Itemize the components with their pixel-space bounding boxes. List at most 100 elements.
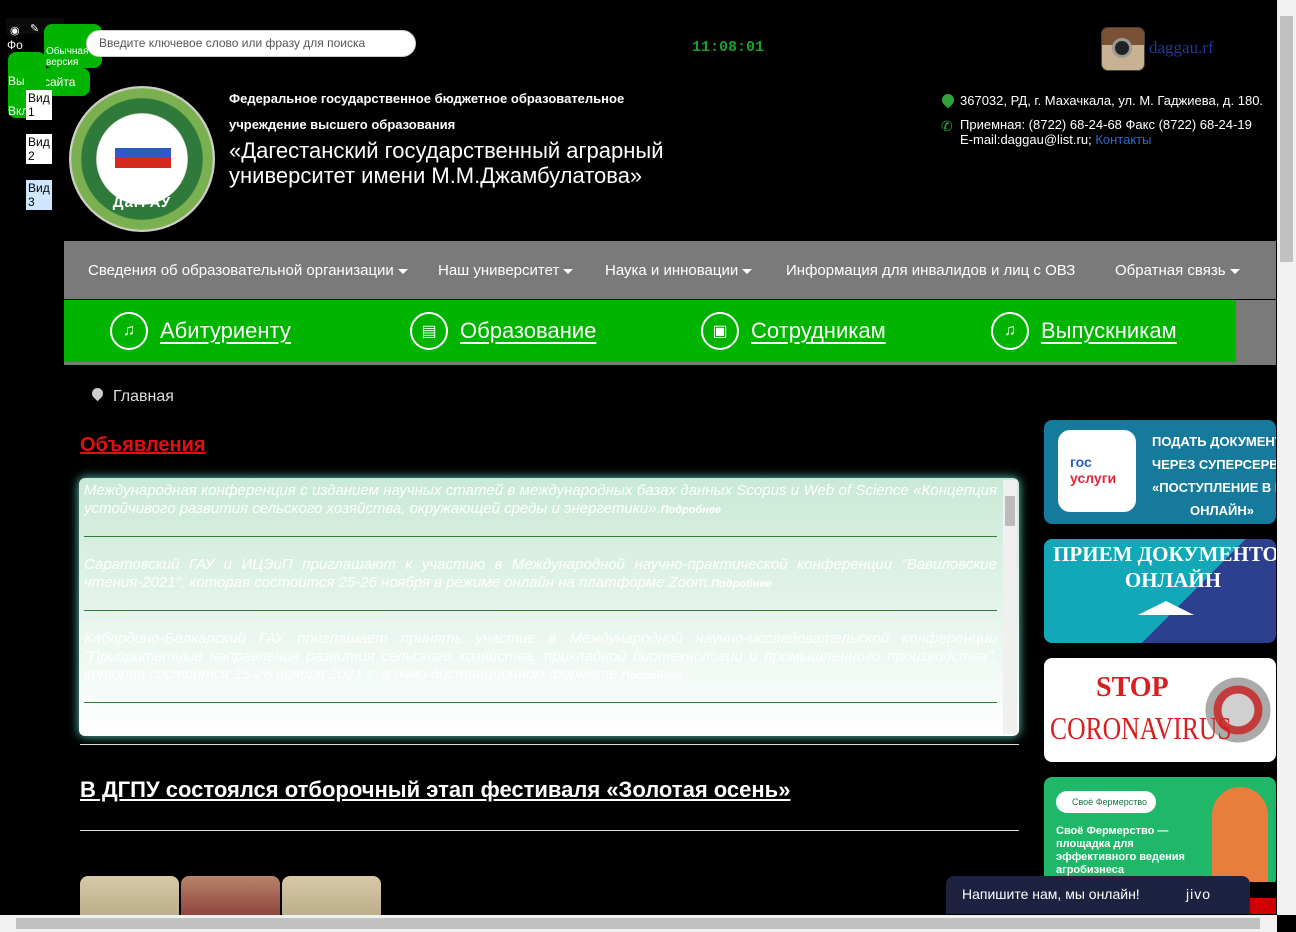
quick-links-bar: ♫ Абитуриенту ▤ Образование ▣ Сотрудника… [64, 300, 1236, 362]
phones: Приемная: (8722) 68-24-68 Факс (8722) 68… [960, 117, 1252, 132]
accessibility-toolbar: ◉ ✎ Фо Обычная версия сайта Вы Вкл Вид 1… [0, 8, 102, 210]
divider [84, 702, 997, 703]
banner-stop-text: STOP [1096, 672, 1169, 703]
nav-item-our-university[interactable]: Наш университет [438, 241, 574, 299]
quick-link-label: Выпускникам [1041, 318, 1177, 343]
farm-logo: Своё Фермерство [1056, 791, 1156, 813]
scroll-thumb[interactable] [1280, 16, 1293, 262]
gosuslugi-banner[interactable]: гос услуги ПОДАТЬ ДОКУМЕНТЫ ЧЕРЕЗ СУПЕРС… [1044, 420, 1276, 524]
divider [80, 830, 1019, 831]
chevron-down-icon [1229, 268, 1240, 274]
chat-decoration [1250, 882, 1276, 914]
nav-item-feedback[interactable]: Обратная связь [1115, 241, 1240, 299]
view1-button[interactable]: Вид 1 [26, 90, 52, 120]
view3-button[interactable]: Вид 3 [26, 180, 52, 210]
logo-text: гос [1070, 454, 1092, 470]
graduation-cap-icon [1138, 601, 1194, 615]
quick-link-label: Абитуриенту [160, 318, 291, 343]
nav-item-science[interactable]: Наука и инновации [605, 241, 753, 299]
coronavirus-banner[interactable]: STOP CORONAVIRUS [1044, 658, 1276, 762]
phone-icon: ✆ [941, 118, 953, 134]
camera-lens-icon [1112, 38, 1132, 58]
announcement-item[interactable]: Международная конференция с изданием нау… [84, 482, 997, 519]
edit-icon[interactable]: ✎ [30, 22, 39, 35]
horizontal-scrollbar[interactable] [0, 915, 1277, 932]
announcement-text: Саратовский ГАУ и ИЦЭиП приглашают к уча… [84, 556, 997, 591]
chevron-down-icon [742, 268, 753, 274]
banner-line: ОНЛАЙН» [1190, 503, 1254, 518]
quick-link-label: Образование [460, 318, 597, 343]
announcements-box[interactable]: Международная конференция с изданием нау… [79, 478, 1019, 736]
location-pin-icon [939, 91, 957, 109]
quick-link-label: Сотрудникам [751, 318, 886, 343]
vertical-scrollbar[interactable] [1277, 0, 1296, 915]
nav-item-label: Сведения об образовательной организации [88, 262, 394, 279]
news-title[interactable]: В ДГПУ состоялся отборочный этап фестива… [80, 777, 790, 803]
divider [84, 610, 997, 611]
university-name: «Дагестанский государственный аграрный у… [229, 138, 664, 188]
scroll-thumb[interactable] [16, 918, 1260, 929]
nav-item-label: Обратная связь [1115, 262, 1226, 279]
announcement-item[interactable]: Саратовский ГАУ и ИЦЭиП приглашают к уча… [84, 556, 997, 593]
nav-item-label: Информация для инвалидов и лиц с ОВЗ [786, 262, 1076, 279]
nav-item-disabilities[interactable]: Информация для инвалидов и лиц с ОВЗ [786, 241, 1075, 299]
farm-banner[interactable]: Своё Фермерство Своё Фермерство — площад… [1044, 777, 1276, 887]
quick-link-applicants[interactable]: ♫ Абитуриенту [110, 300, 291, 362]
banner-text: Своё Фермерство — площадка для эффективн… [1056, 825, 1185, 876]
announcement-text: Международная конференция с изданием нау… [84, 482, 997, 517]
banner-line: ПОДАТЬ ДОКУМЕНТЫ [1152, 434, 1276, 449]
banner-line: ОНЛАЙН [1124, 568, 1222, 592]
divider [64, 362, 1276, 365]
breadcrumb[interactable]: Главная [113, 388, 174, 406]
announcements-scrollbar[interactable] [1003, 480, 1017, 734]
announcement-item[interactable]: Кабардино-Балкарский ГАУ приглашает прин… [84, 630, 997, 685]
quick-link-education[interactable]: ▤ Образование [410, 300, 596, 362]
chat-text: Напишите нам, мы онлайн! [962, 886, 1140, 902]
banner-illustration [1212, 787, 1268, 883]
more-link[interactable]: Подробнее [622, 670, 683, 682]
bell-icon: ♫ [991, 312, 1029, 350]
search-input[interactable]: Введите ключевое слово или фразу для пои… [86, 30, 416, 57]
location-pin-icon [89, 385, 106, 402]
book-icon: ▤ [410, 312, 448, 350]
briefcase-icon: ▣ [701, 312, 739, 350]
logo-text: ДагГАУ [112, 194, 172, 211]
chat-brand: jivo [1186, 886, 1212, 902]
more-link[interactable]: Подробнее [661, 504, 722, 516]
bell-icon: ♫ [110, 312, 148, 350]
banner-line: «ПОСТУПЛЕНИЕ В ВУЗ [1152, 480, 1276, 495]
nav-item-label: Наш университет [438, 262, 560, 279]
instagram-icon[interactable] [1101, 27, 1145, 71]
announcements-title[interactable]: Объявления [80, 434, 206, 457]
nav-item-organization-info[interactable]: Сведения об образовательной организации [88, 241, 408, 299]
banner-line: ПРИЕМ ДОКУМЕНТОВ [1053, 542, 1276, 566]
email[interactable]: E-mail:daggau@list.ru; [960, 132, 1092, 147]
view2-button[interactable]: Вид 2 [26, 134, 52, 164]
nav-item-label: Наука и инновации [605, 262, 739, 279]
banner-text: ПРИЕМ ДОКУМЕНТОВ ОНЛАЙН [1044, 541, 1276, 593]
site-version-label: сайта [44, 75, 76, 89]
photo-toggle-label[interactable]: Фо [7, 38, 23, 52]
banner-coronavirus-text: CORONAVIRUS [1050, 710, 1232, 746]
university-logo[interactable]: ДагГАУ [69, 86, 215, 232]
flag-emblem [115, 138, 171, 168]
logo-text: услуги [1070, 470, 1117, 486]
scroll-thumb[interactable] [1005, 496, 1015, 526]
chat-widget[interactable]: Напишите нам, мы онлайн! jivo [946, 876, 1250, 914]
gosuslugi-logo: гос услуги [1058, 430, 1136, 512]
camera-icon[interactable]: ◉ [10, 24, 20, 37]
off-label[interactable]: Вы [8, 74, 25, 88]
divider [80, 744, 1019, 745]
quick-link-staff[interactable]: ▣ Сотрудникам [701, 300, 886, 362]
online-admission-banner[interactable]: ПРИЕМ ДОКУМЕНТОВ ОНЛАЙН [1044, 539, 1276, 643]
quick-link-graduates[interactable]: ♫ Выпускникам [991, 300, 1177, 362]
social-link[interactable]: daggau.rf [1149, 38, 1214, 58]
org-type-line-2: учреждение высшего образования [229, 117, 456, 132]
more-link[interactable]: Подробнее [711, 578, 772, 590]
address: 367032, РД, г. Махачкала, ул. М. Гаджиев… [960, 93, 1264, 108]
email-line: E-mail:daggau@list.ru; Контакты [960, 132, 1151, 147]
contacts-link[interactable]: Контакты [1095, 132, 1151, 147]
main-nav: Сведения об образовательной организации … [64, 241, 1276, 299]
chevron-down-icon [563, 268, 574, 274]
banner-text: ПОДАТЬ ДОКУМЕНТЫ ЧЕРЕЗ СУПЕРСЕРВИС «ПОСТ… [1152, 430, 1276, 522]
